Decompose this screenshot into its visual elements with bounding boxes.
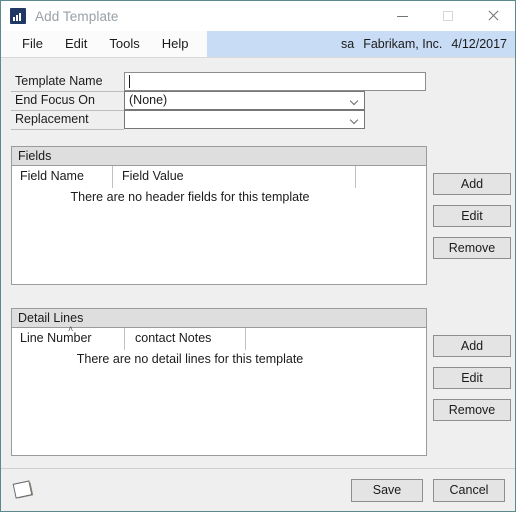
detail-lines-empty-message: There are no detail lines for this templ… [76,352,304,366]
menu-item-file[interactable]: File [11,31,54,57]
chevron-down-icon [351,98,358,105]
menu-item-edit[interactable]: Edit [54,31,98,57]
end-focus-on-row: End Focus On (None) [11,91,431,111]
status-area: sa Fabrikam, Inc. 4/12/2017 [207,31,515,57]
chevron-down-icon [351,117,358,124]
close-button[interactable] [470,1,515,31]
template-name-label: Template Name [15,74,103,88]
add-template-window: Add Template File Edit Tools Help sa Fab… [0,0,516,512]
fields-empty-message: There are no header fields for this temp… [70,190,310,204]
window-controls [380,1,515,31]
fields-edit-button[interactable]: Edit [433,205,511,227]
template-name-row: Template Name [11,72,431,92]
detail-lines-grid[interactable]: ˄ Line Number contact Notes There are no… [12,325,426,454]
end-focus-on-dropdown[interactable]: (None) [124,91,365,110]
minimize-icon [397,15,408,17]
replacement-dropdown[interactable] [124,110,365,129]
column-header-contact-notes[interactable]: contact Notes [135,331,211,345]
fields-groupbox: Fields Field Name Field Value There are … [11,146,427,285]
status-user: sa [341,37,355,51]
window-title: Add Template [35,8,119,24]
chart-app-icon [10,8,26,24]
template-name-input[interactable] [124,72,426,91]
detail-lines-edit-button[interactable]: Edit [433,367,511,389]
window-body: Template Name End Focus On (None) Replac… [1,58,515,511]
fields-group-caption: Fields [12,147,426,166]
text-caret [129,75,130,88]
note-icon[interactable] [12,480,35,500]
bottombar: Save Cancel [1,469,515,511]
column-header-field-value[interactable]: Field Value [122,169,184,183]
titlebar: Add Template [1,1,515,31]
fields-grid[interactable]: Field Name Field Value There are no head… [12,166,426,283]
menu-item-help[interactable]: Help [151,31,200,57]
replacement-row: Replacement [11,110,431,130]
column-header-line-number[interactable]: ˄ Line Number [20,325,92,346]
label-divider [11,129,124,130]
column-separator[interactable] [245,328,246,350]
column-separator[interactable] [355,166,356,188]
header-form: Template Name End Focus On (None) Replac… [11,72,431,130]
close-icon [487,10,499,22]
detail-lines-groupbox: Detail Lines ˄ Line Number contact Notes… [11,308,427,456]
fields-action-buttons: Add Edit Remove [433,173,511,269]
menu-item-tools[interactable]: Tools [98,31,150,57]
detail-lines-group-caption: Detail Lines [12,309,426,328]
fields-remove-button[interactable]: Remove [433,237,511,259]
column-header-field-name[interactable]: Field Name [20,169,84,183]
detail-lines-grid-header: ˄ Line Number contact Notes [12,325,426,350]
sort-ascending-icon: ˄ [68,324,74,334]
detail-lines-remove-button[interactable]: Remove [433,399,511,421]
column-separator[interactable] [124,328,125,350]
replacement-label: Replacement [15,112,89,126]
end-focus-on-value: (None) [129,93,168,107]
detail-lines-add-button[interactable]: Add [433,335,511,357]
save-button[interactable]: Save [351,479,423,502]
maximize-button[interactable] [425,1,470,31]
cancel-button[interactable]: Cancel [433,479,505,502]
minimize-button[interactable] [380,1,425,31]
fields-grid-header: Field Name Field Value [12,166,426,188]
menubar-items: File Edit Tools Help [1,31,208,57]
status-company: Fabrikam, Inc. [363,37,443,51]
maximize-icon [442,11,453,21]
fields-add-button[interactable]: Add [433,173,511,195]
menubar: File Edit Tools Help sa Fabrikam, Inc. 4… [1,31,515,57]
end-focus-on-label: End Focus On [15,93,95,107]
detail-lines-action-buttons: Add Edit Remove [433,335,511,431]
status-date: 4/12/2017 [451,37,507,51]
column-separator[interactable] [112,166,113,188]
column-header-line-number-label: Line Number [20,331,92,345]
